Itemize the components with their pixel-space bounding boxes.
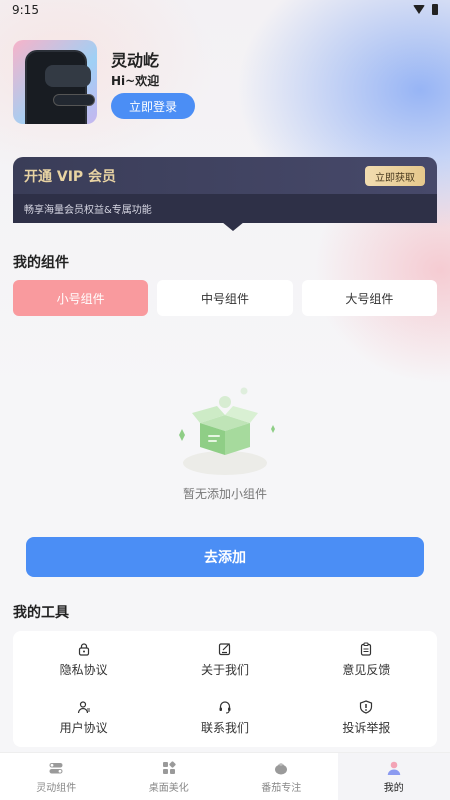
empty-box-icon: [179, 387, 275, 475]
edit-icon: [218, 643, 231, 656]
vip-title: 开通 VIP 会员: [24, 168, 117, 185]
tool-privacy-policy[interactable]: 隐私协议: [13, 631, 154, 689]
tool-label: 意见反馈: [342, 663, 391, 677]
toggle-icon: [49, 762, 63, 773]
battery-icon: [432, 4, 438, 15]
vip-get-button[interactable]: 立即获取: [365, 166, 425, 186]
person-icon: [387, 761, 400, 775]
login-button[interactable]: 立即登录: [111, 93, 195, 119]
add-widget-button[interactable]: 去添加: [26, 537, 424, 577]
phone-preview-image: [25, 50, 91, 124]
tab-medium-widget[interactable]: 中号组件: [157, 280, 293, 316]
tools-grid: 隐私协议 关于我们 意见反馈 用户协议 联系我们 投诉举报: [13, 631, 437, 747]
nav-label: 番茄专注: [261, 782, 302, 794]
tool-label: 隐私协议: [59, 663, 108, 677]
nav-item-tomato-focus[interactable]: 番茄专注: [225, 753, 338, 800]
tool-label: 关于我们: [200, 663, 249, 677]
nav-label: 桌面美化: [148, 782, 189, 794]
tool-label: 用户协议: [59, 721, 108, 735]
tool-label: 投诉举报: [342, 721, 391, 735]
bottom-navigation: 灵动组件 桌面美化 番茄专注 我的: [0, 752, 450, 800]
avatar[interactable]: [13, 40, 97, 124]
widgets-section-title: 我的组件: [13, 255, 69, 271]
headset-icon: [219, 701, 231, 714]
status-icons: [413, 4, 438, 15]
tools-section-title: 我的工具: [13, 605, 69, 621]
lock-icon: [78, 643, 89, 656]
tomato-icon: [275, 762, 288, 774]
app-name: 灵动屹: [111, 51, 160, 70]
vip-banner[interactable]: 开通 VIP 会员 立即获取 畅享海量会员权益&专属功能: [13, 157, 437, 223]
tool-label: 联系我们: [200, 721, 249, 735]
status-time: 9:15: [12, 3, 39, 17]
grid-icon: [162, 760, 176, 774]
vip-description: 畅享海量会员权益&专属功能: [24, 205, 152, 216]
widget-size-tabs: 小号组件 中号组件 大号组件: [13, 280, 437, 316]
nav-item-mine[interactable]: 我的: [337, 753, 450, 800]
alert-shield-icon: [360, 700, 373, 714]
nav-item-widgets[interactable]: 灵动组件: [0, 753, 113, 800]
vip-description-bar: 畅享海量会员权益&专属功能: [13, 194, 437, 223]
tool-report[interactable]: 投诉举报: [296, 689, 437, 747]
nav-item-desktop-beautify[interactable]: 桌面美化: [113, 753, 226, 800]
empty-state-text: 暂无添加小组件: [182, 487, 267, 501]
clipboard-icon: [361, 642, 372, 656]
tool-contact-us[interactable]: 联系我们: [154, 689, 295, 747]
wifi-icon: [413, 5, 425, 14]
pill-shape: [53, 94, 95, 106]
greeting-text: Hi~欢迎: [111, 74, 160, 88]
tool-feedback[interactable]: 意见反馈: [296, 631, 437, 689]
tab-large-widget[interactable]: 大号组件: [301, 280, 437, 316]
nav-label: 我的: [383, 782, 404, 794]
tool-user-agreement[interactable]: 用户协议: [13, 689, 154, 747]
vip-header: 开通 VIP 会员 立即获取: [13, 157, 437, 194]
user-icon: [77, 701, 90, 714]
tool-about-us[interactable]: 关于我们: [154, 631, 295, 689]
nav-label: 灵动组件: [36, 782, 77, 794]
dynamic-island-shape: [45, 65, 91, 87]
vip-pointer-icon: [222, 222, 244, 231]
tab-small-widget[interactable]: 小号组件: [13, 280, 149, 316]
